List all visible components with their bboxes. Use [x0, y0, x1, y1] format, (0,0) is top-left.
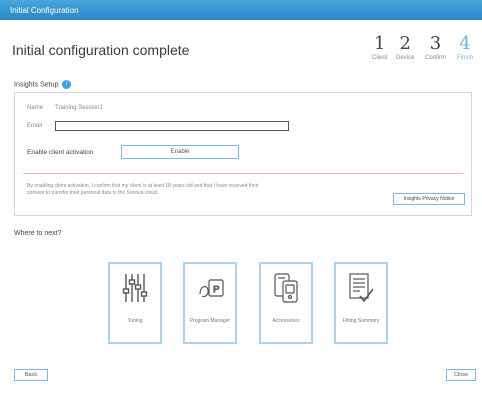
- enable-client-activation-label: Enable client activation: [27, 149, 94, 156]
- header: Initial configuration complete 1 Client …: [0, 20, 482, 72]
- tile-fitting-summary[interactable]: Fitting Summary: [334, 262, 388, 344]
- step-client: 1 Client: [372, 33, 388, 62]
- enable-button[interactable]: Enable: [121, 145, 239, 159]
- step-label: Client: [372, 55, 388, 61]
- accessories-icon: [274, 273, 298, 303]
- page-title: Initial configuration complete: [12, 42, 190, 58]
- tile-label: Fitting Summary: [342, 318, 380, 324]
- tile-program-manager[interactable]: P Program Manager: [183, 262, 237, 344]
- step-finish: 4 Finish: [457, 33, 474, 62]
- insights-privacy-notice-button[interactable]: Insights Privacy Notice: [393, 193, 465, 205]
- program-manager-icon: P: [199, 279, 224, 298]
- step-number: 4: [459, 33, 471, 54]
- sliders-icon: [122, 274, 148, 302]
- name-label: Name: [27, 105, 44, 111]
- tile-label: Program Manager: [189, 318, 231, 324]
- info-icon[interactable]: i: [62, 80, 72, 89]
- window-title: Initial Configuration: [10, 6, 79, 15]
- close-button[interactable]: Close: [446, 369, 476, 381]
- step-number: 1: [373, 33, 386, 54]
- step-number: 3: [429, 33, 442, 54]
- step-label: Device: [396, 55, 415, 61]
- insights-setup-heading: Insights Setup i: [14, 80, 72, 89]
- tile-accessories[interactable]: Accessories: [259, 262, 313, 344]
- where-to-next-label: Where to next?: [14, 230, 62, 237]
- insights-setup-label: Insights Setup: [14, 81, 59, 89]
- fitting-summary-icon: [349, 273, 374, 303]
- divider: [23, 173, 463, 174]
- step-label: Confirm: [425, 55, 447, 61]
- insights-setup-panel: Name Training Session1 Email Enable clie…: [14, 92, 472, 216]
- tile-tuning[interactable]: Tuning: [108, 262, 162, 344]
- step-label: Finish: [457, 55, 474, 61]
- consent-text: By enabling client activation, I confirm…: [27, 183, 259, 196]
- back-button[interactable]: Back: [14, 369, 48, 381]
- email-field[interactable]: [55, 121, 289, 131]
- step-number: 2: [399, 33, 411, 54]
- tile-label: Tuning: [127, 318, 143, 324]
- email-label: Email: [27, 123, 43, 129]
- name-value: Training Session1: [55, 105, 103, 111]
- step-device: 2 Device: [396, 33, 415, 62]
- step-confirm: 3 Confirm: [425, 33, 447, 62]
- tile-label: Accessories: [272, 318, 300, 324]
- window-titlebar: Initial Configuration: [0, 0, 482, 20]
- svg-text:P: P: [213, 285, 220, 296]
